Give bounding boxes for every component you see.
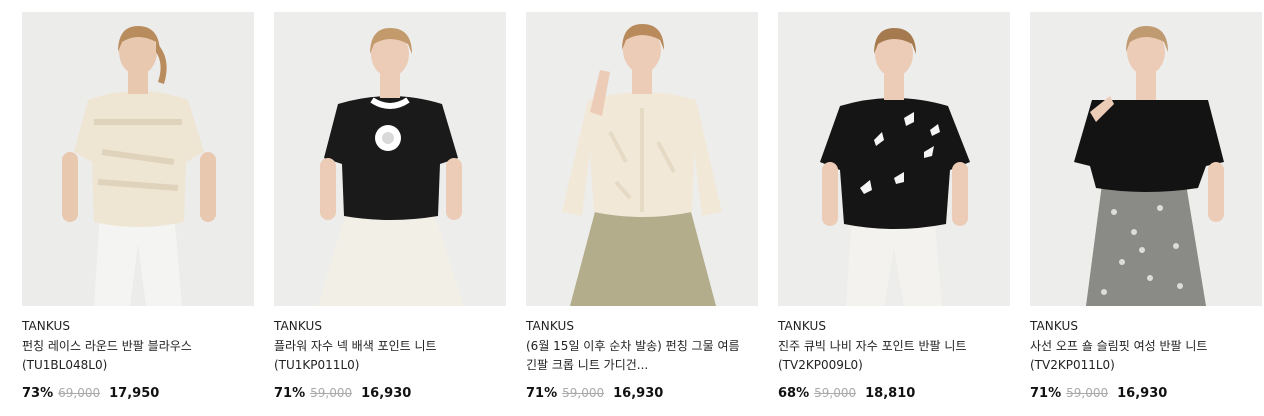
product-brand: TANKUS [274, 319, 323, 333]
product-image[interactable] [274, 12, 506, 306]
product-brand: TANKUS [778, 319, 827, 333]
price-row: 73% 69,000 17,950 [22, 385, 254, 402]
product-title[interactable]: 사선 오프 숄 슬림핏 여성 반팔 니트 (TV2KP011L0) [1030, 337, 1252, 375]
product-title[interactable]: 진주 큐빅 나비 자수 포인트 반팔 니트 (TV2KP009L0) [778, 337, 1000, 375]
product-image[interactable] [1030, 12, 1262, 306]
original-price: 59,000 [1066, 386, 1109, 400]
product-image[interactable] [526, 12, 758, 306]
sale-price: 16,930 [613, 386, 664, 401]
product-photo-illustration [22, 12, 254, 306]
product-photo-illustration [1030, 12, 1262, 306]
product-card[interactable]: TANKUS (6월 15일 이후 순차 발송) 펀칭 그물 여름 긴팔 크롭 … [526, 12, 758, 402]
original-price: 59,000 [562, 386, 605, 400]
price-row: 71% 59,000 16,930 [1030, 385, 1262, 402]
product-title[interactable]: (6월 15일 이후 순차 발송) 펀칭 그물 여름 긴팔 크롭 니트 가디건.… [526, 337, 748, 375]
product-title[interactable]: 펀칭 레이스 라운드 반팔 블라우스 (TU1BL048L0) [22, 337, 244, 375]
product-brand: TANKUS [22, 319, 71, 333]
discount-rate: 68% [778, 386, 810, 401]
discount-rate: 71% [526, 386, 558, 401]
product-card[interactable]: TANKUS 펀칭 레이스 라운드 반팔 블라우스 (TU1BL048L0) 7… [22, 12, 254, 402]
product-photo-illustration [778, 12, 1010, 306]
original-price: 59,000 [814, 386, 857, 400]
sale-price: 16,930 [1117, 386, 1168, 401]
product-card[interactable]: TANKUS 진주 큐빅 나비 자수 포인트 반팔 니트 (TV2KP009L0… [778, 12, 1010, 402]
original-price: 59,000 [310, 386, 353, 400]
price-row: 68% 59,000 18,810 [778, 385, 1010, 402]
discount-rate: 73% [22, 386, 54, 401]
sale-price: 17,950 [109, 386, 160, 401]
product-grid: TANKUS 펀칭 레이스 라운드 반팔 블라우스 (TU1BL048L0) 7… [22, 12, 1262, 402]
price-row: 71% 59,000 16,930 [274, 385, 506, 402]
product-title[interactable]: 플라워 자수 넥 배색 포인트 니트 (TU1KP011L0) [274, 337, 496, 375]
discount-rate: 71% [274, 386, 306, 401]
product-card[interactable]: TANKUS 플라워 자수 넥 배색 포인트 니트 (TU1KP011L0) 7… [274, 12, 506, 402]
product-photo-illustration [526, 12, 758, 306]
product-image[interactable] [22, 12, 254, 306]
product-brand: TANKUS [1030, 319, 1079, 333]
product-card[interactable]: TANKUS 사선 오프 숄 슬림핏 여성 반팔 니트 (TV2KP011L0)… [1030, 12, 1262, 402]
original-price: 69,000 [58, 386, 101, 400]
sale-price: 18,810 [865, 386, 916, 401]
product-photo-illustration [274, 12, 506, 306]
product-image[interactable] [778, 12, 1010, 306]
discount-rate: 71% [1030, 386, 1062, 401]
sale-price: 16,930 [361, 386, 412, 401]
price-row: 71% 59,000 16,930 [526, 385, 758, 402]
product-brand: TANKUS [526, 319, 575, 333]
